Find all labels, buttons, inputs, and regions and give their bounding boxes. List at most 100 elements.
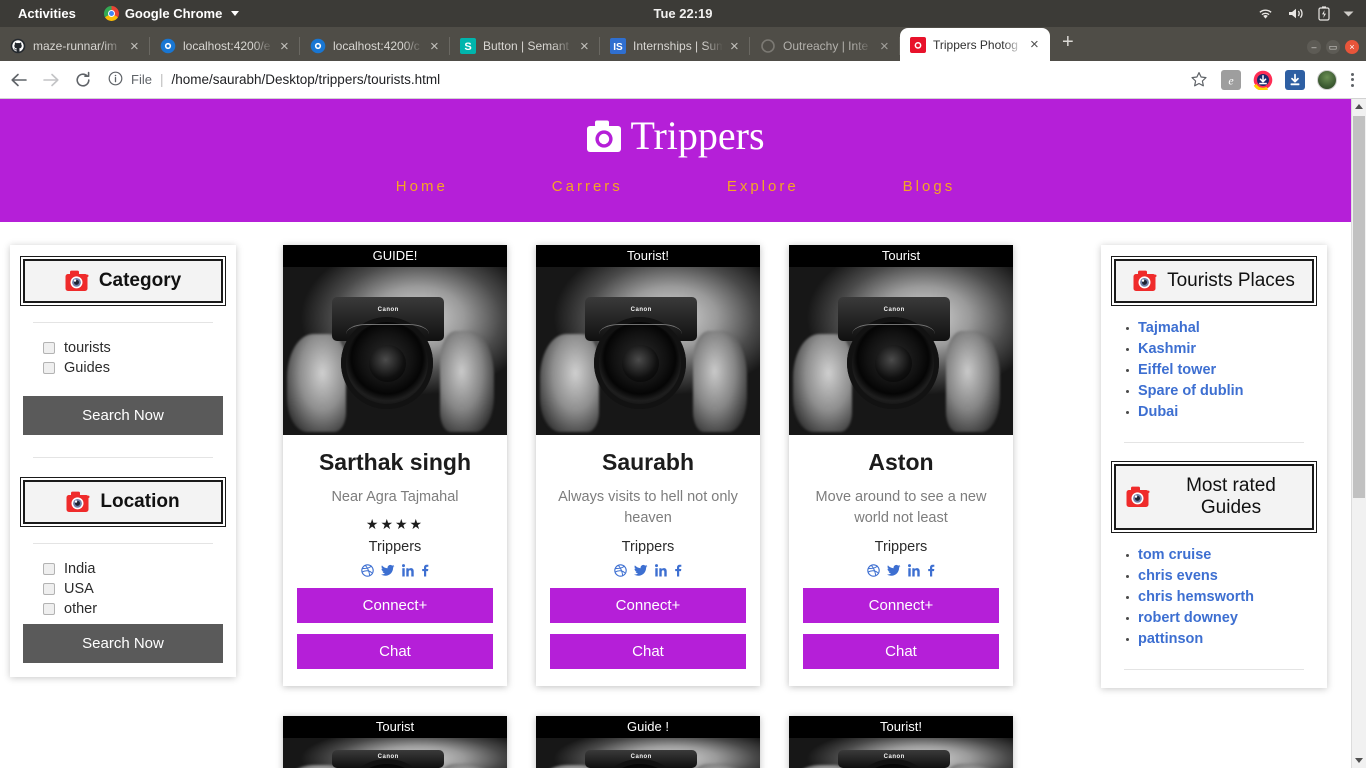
dribbble-icon[interactable] [614,564,627,577]
guide-link[interactable]: pattinson [1138,631,1203,647]
dribbble-icon[interactable] [867,564,880,577]
list-item[interactable]: Eiffel tower [1126,361,1314,379]
place-link[interactable]: Spare of dublin [1138,383,1244,399]
checkbox-row-usa[interactable]: USA [43,581,223,597]
dropdown-caret-icon[interactable] [1343,10,1354,18]
forward-button[interactable] [42,71,60,89]
profile-card[interactable]: Tourist! [789,716,1013,768]
category-search-button[interactable]: Search Now [23,396,223,435]
dribbble-icon[interactable] [361,563,374,577]
linkedin-icon[interactable] [655,564,667,577]
linkedin-icon[interactable] [402,563,414,577]
connect-button[interactable]: Connect+ [297,587,493,623]
twitter-icon[interactable] [887,564,901,577]
profile-card[interactable]: Guide ! [536,716,760,768]
checkbox-row-tourists[interactable]: tourists [43,340,223,356]
system-tray[interactable] [1257,6,1358,21]
browser-tab[interactable]: localhost:4200/c × [300,31,450,61]
info-circle-icon[interactable] [108,71,123,89]
place-link[interactable]: Eiffel tower [1138,362,1216,378]
download-icon[interactable] [1285,69,1305,90]
close-window-button[interactable]: × [1345,40,1359,54]
video-downloader-icon[interactable] [1253,69,1273,90]
chat-button[interactable]: Chat [297,633,493,669]
facebook-icon[interactable] [927,564,935,577]
list-item[interactable]: chris evens [1126,567,1314,585]
edge-extension-icon[interactable]: e [1221,69,1241,90]
browser-tab[interactable]: S Button | Semant × [450,31,600,61]
twitter-icon[interactable] [634,564,648,577]
chat-button[interactable]: Chat [803,634,999,670]
browser-tab[interactable]: localhost:4200/e × [150,31,300,61]
guide-link[interactable]: chris evens [1138,568,1218,584]
linkedin-icon[interactable] [908,564,920,577]
scroll-down-arrow[interactable] [1352,753,1366,768]
close-icon[interactable]: × [430,39,444,54]
profile-avatar[interactable] [1317,69,1337,90]
list-item[interactable]: chris hemsworth [1126,588,1314,606]
bookmark-star-icon[interactable] [1189,70,1209,90]
nav-link-home[interactable]: Home [344,178,500,195]
place-link[interactable]: Tajmahal [1138,320,1200,336]
close-icon[interactable]: × [130,39,144,54]
browser-tab[interactable]: maze-runnar/im × [0,31,150,61]
guide-link[interactable]: robert downey [1138,610,1238,626]
new-tab-button[interactable]: + [1050,32,1086,56]
browser-tab[interactable]: IS Internships | Sum × [600,31,750,61]
list-item[interactable]: tom cruise [1126,546,1314,564]
back-button[interactable] [10,71,28,89]
profile-card[interactable]: Tourist [283,716,507,768]
checkbox-usa[interactable] [43,583,55,595]
profile-card[interactable]: Tourist Aston Move around to see a new w… [789,245,1013,687]
close-icon[interactable]: × [730,39,744,54]
list-item[interactable]: Dubai [1126,403,1314,421]
url-text[interactable]: /home/saurabh/Desktop/trippers/tourists.… [171,72,440,87]
facebook-icon[interactable] [421,564,429,577]
list-item[interactable]: robert downey [1126,609,1314,627]
guide-link[interactable]: chris hemsworth [1138,589,1254,605]
browser-tab-active[interactable]: Trippers Photog × [900,28,1050,61]
maximize-button[interactable]: ▭ [1326,40,1340,54]
checkbox-guides[interactable] [43,362,55,374]
close-icon[interactable]: × [1030,37,1044,52]
place-link[interactable]: Dubai [1138,404,1178,420]
checkbox-row-other[interactable]: other [43,601,223,617]
twitter-icon[interactable] [381,564,395,577]
list-item[interactable]: pattinson [1126,630,1314,648]
list-item[interactable]: Kashmir [1126,340,1314,358]
browser-tab-strip: maze-runnar/im × localhost:4200/e × loca… [0,27,1366,61]
list-item[interactable]: Tajmahal [1126,319,1314,337]
nav-link-explore[interactable]: Explore [675,178,851,195]
guide-link[interactable]: tom cruise [1138,547,1211,563]
checkbox-other[interactable] [43,603,55,615]
reload-button[interactable] [74,71,92,89]
list-item[interactable]: Spare of dublin [1126,382,1314,400]
scrollbar-thumb[interactable] [1353,116,1365,498]
checkbox-tourists[interactable] [43,342,55,354]
profile-card[interactable]: GUIDE! Sarthak singh Near Agra Tajmahal … [283,245,507,687]
site-brand[interactable]: Trippers [586,116,765,156]
checkbox-india[interactable] [43,563,55,575]
close-icon[interactable]: × [580,39,594,54]
checkbox-row-india[interactable]: India [43,561,223,577]
browser-tab[interactable]: Outreachy | Inte × [750,31,900,61]
chat-button[interactable]: Chat [550,634,746,670]
address-bar[interactable]: File | /home/saurabh/Desktop/trippers/to… [106,67,1175,93]
activities-button[interactable]: Activities [8,6,86,21]
place-link[interactable]: Kashmir [1138,341,1196,357]
minimize-button[interactable]: – [1307,40,1321,54]
facebook-icon[interactable] [674,564,682,577]
connect-button[interactable]: Connect+ [550,588,746,624]
close-icon[interactable]: × [280,39,294,54]
page-scrollbar[interactable] [1351,99,1366,768]
nav-link-blogs[interactable]: Blogs [851,178,1008,195]
nav-link-carrers[interactable]: Carrers [500,178,675,195]
checkbox-row-guides[interactable]: Guides [43,360,223,376]
connect-button[interactable]: Connect+ [803,588,999,624]
profile-card[interactable]: Tourist! Saurabh Always visits to hell n… [536,245,760,687]
app-menu-google-chrome[interactable]: Google Chrome [103,6,240,21]
location-search-button[interactable]: Search Now [23,624,223,663]
scroll-up-arrow[interactable] [1352,99,1366,114]
chrome-menu-icon[interactable] [1349,72,1356,87]
close-icon[interactable]: × [880,39,894,54]
